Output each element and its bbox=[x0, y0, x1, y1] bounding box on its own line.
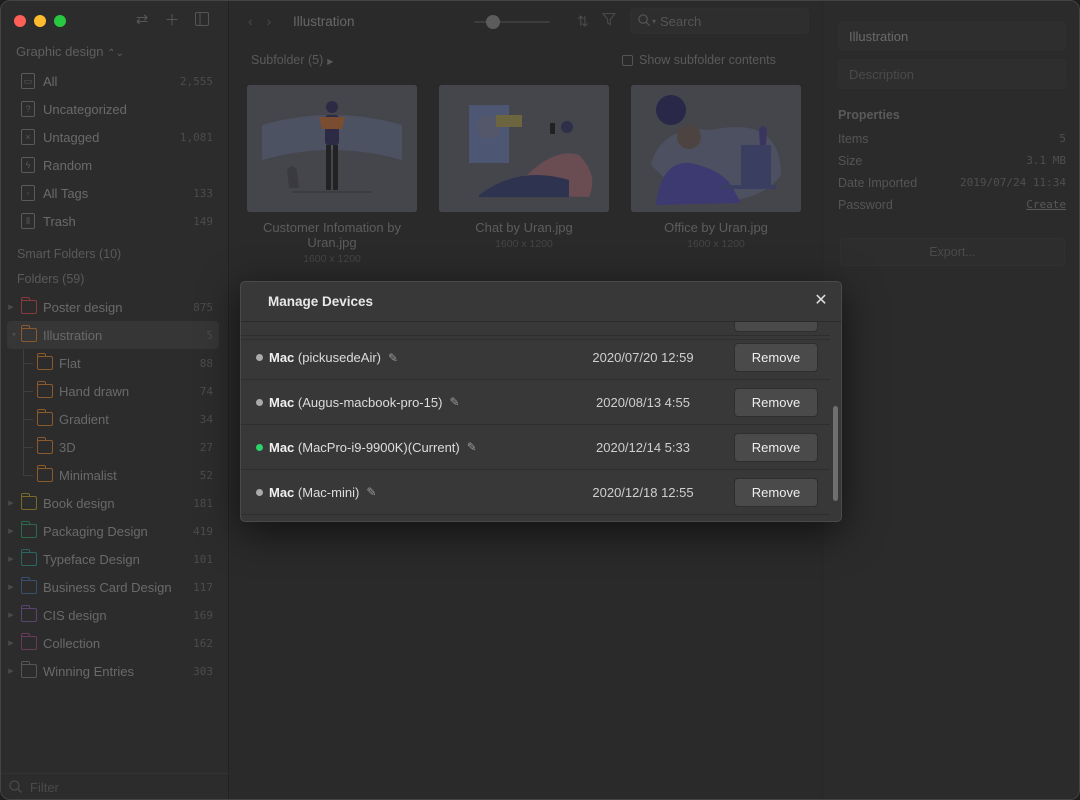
device-name: Mac (pickusedeAir) bbox=[269, 350, 381, 365]
remove-button[interactable]: Remove bbox=[734, 477, 818, 507]
device-type: Mac bbox=[269, 350, 295, 365]
remove-button[interactable]: Remove bbox=[734, 387, 818, 417]
device-name: Mac (MacPro-i9-9900K)(Current) bbox=[269, 440, 460, 455]
device-row: Mac (Augus-macbook-pro-15) ✎ 2020/08/13 … bbox=[241, 380, 830, 425]
device-type: Mac bbox=[269, 484, 295, 500]
device-list: Remove Mac (pickusedeAir) ✎ 2020/07/20 1… bbox=[241, 322, 830, 521]
remove-button[interactable]: Remove bbox=[734, 322, 818, 332]
device-last-seen: 2020/07/20 12:59 bbox=[592, 350, 694, 365]
dialog-scrollbar[interactable] bbox=[833, 406, 838, 501]
device-hostname: (MacPro-i9-9900K)(Current) bbox=[297, 439, 460, 455]
dialog-title: Manage Devices bbox=[268, 294, 374, 309]
manage-devices-dialog: Manage Devices ✕ Remove Mac (pickusedeAi… bbox=[240, 281, 842, 522]
device-last-seen: 2020/12/14 5:33 bbox=[596, 439, 690, 455]
remove-button[interactable]: Remove bbox=[734, 432, 818, 462]
device-row: Mac (pickusedeAir) ✎ 2020/07/20 12:59 Re… bbox=[241, 335, 830, 380]
pencil-icon[interactable]: ✎ bbox=[388, 351, 398, 365]
device-type: Mac bbox=[269, 439, 295, 455]
device-hostname: (Mac-mini) bbox=[297, 484, 360, 500]
status-dot-icon bbox=[256, 398, 263, 406]
device-row: Mac (MacPro-i9-9900K)(Current) ✎ 2020/12… bbox=[241, 425, 830, 470]
device-name: Mac (Mac-mini) bbox=[269, 485, 359, 500]
status-dot-icon bbox=[256, 488, 263, 496]
device-hostname: (pickusedeAir) bbox=[297, 350, 382, 365]
pencil-icon[interactable]: ✎ bbox=[366, 485, 376, 499]
remove-button[interactable]: Remove bbox=[734, 343, 818, 372]
device-type: Mac bbox=[269, 394, 295, 410]
dialog-header: Manage Devices ✕ bbox=[241, 282, 841, 322]
close-icon[interactable]: ✕ bbox=[814, 293, 828, 309]
status-dot-icon bbox=[256, 443, 263, 451]
pencil-icon[interactable]: ✎ bbox=[449, 395, 459, 409]
app-window: ⇄ ＋ Graphic design ⌃⌄ ▭ All 2,555? Uncat… bbox=[0, 0, 1080, 800]
device-hostname: (Augus-macbook-pro-15) bbox=[297, 394, 443, 410]
device-last-seen: 2020/12/18 12:55 bbox=[592, 484, 694, 500]
device-last-seen: 2020/08/13 4:55 bbox=[596, 394, 690, 410]
status-dot-icon bbox=[256, 354, 263, 361]
device-name: Mac (Augus-macbook-pro-15) bbox=[269, 395, 442, 410]
device-row: Mac (Mac-mini) ✎ 2020/12/18 12:55 Remove bbox=[241, 470, 830, 515]
pencil-icon[interactable]: ✎ bbox=[467, 440, 477, 454]
